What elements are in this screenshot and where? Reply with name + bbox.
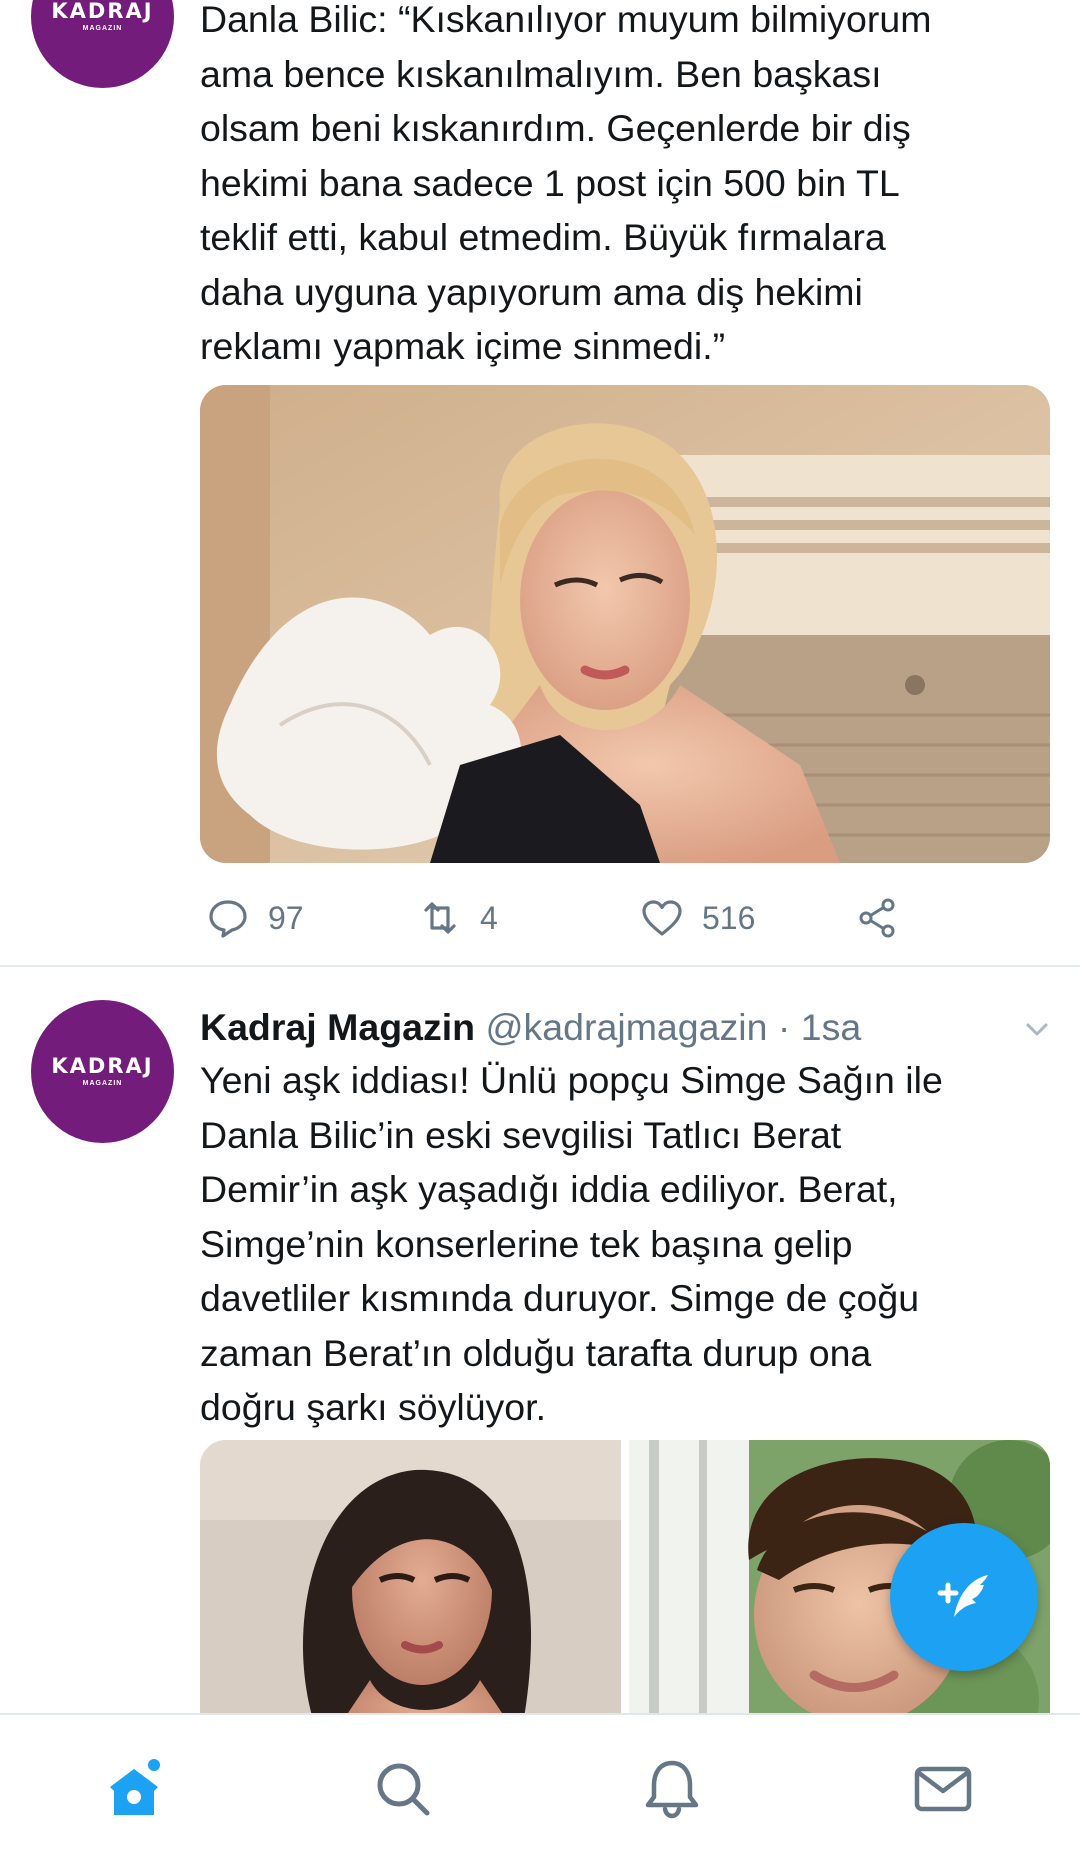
nav-messages[interactable] bbox=[911, 1757, 975, 1821]
like-button[interactable]: 516 bbox=[640, 888, 755, 948]
tweet-text-line: teklif etti, kabul etmedim. Büyük fırmal… bbox=[200, 216, 886, 258]
reply-button[interactable]: 97 bbox=[206, 888, 304, 948]
tweet-text-line: reklamı yapmak içime sinmedi.” bbox=[200, 325, 726, 367]
reply-icon bbox=[209, 900, 247, 938]
tweet-text-line: zaman Berat’ın olduğu tarafta durup ona bbox=[200, 1331, 872, 1374]
compose-tweet-icon bbox=[937, 1575, 988, 1617]
share-button[interactable] bbox=[856, 888, 918, 948]
chevron-down-icon[interactable] bbox=[1024, 1016, 1050, 1042]
author-handle[interactable]: @kadrajmagazin bbox=[485, 1006, 767, 1048]
retweet-icon bbox=[424, 902, 456, 934]
tweet-time: 1sa bbox=[800, 1006, 862, 1048]
tweet-text-line: daha uyguna yapıyorum ama diş hekimi bbox=[200, 270, 863, 313]
tweet-text-line: davetliler kısmında duruyor. Simge de ço… bbox=[200, 1277, 920, 1319]
author-name[interactable]: Kadraj Magazin bbox=[200, 1006, 475, 1048]
tweet-1-actions: 97 4 516 bbox=[200, 888, 1050, 948]
portrait-photo bbox=[200, 385, 1050, 863]
tweet-header: Kadraj Magazin @kadrajmagazin · 1sa bbox=[200, 1000, 1050, 1054]
tweet-divider bbox=[0, 965, 1080, 967]
tweet-text-line: hekimi bana sadece 1 post için 500 bin T… bbox=[200, 161, 900, 204]
tweet-text-line: Simge’nin konserlerine tek başına gelip bbox=[200, 1222, 853, 1265]
avatar[interactable]: KADRAJ MAGAZIN bbox=[31, 0, 174, 88]
reply-count: 97 bbox=[268, 899, 304, 936]
like-count: 516 bbox=[702, 899, 756, 936]
avatar-brand: KADRAJ bbox=[51, 0, 154, 23]
tweet-text-line: Danla Bilic’in eski sevgilisi Tatlıcı Be… bbox=[200, 1113, 842, 1156]
portrait-photo bbox=[200, 1440, 621, 1740]
tweet-2-text: Yeni aşk iddiası! Ünlü popçu Simge Sağın… bbox=[200, 1053, 1050, 1435]
avatar-brand-sub: MAGAZIN bbox=[82, 1080, 123, 1087]
bottom-nav bbox=[0, 1713, 1080, 1862]
nav-home[interactable] bbox=[102, 1757, 166, 1821]
retweet-button[interactable]: 4 bbox=[418, 888, 498, 948]
nav-notifications[interactable] bbox=[640, 1757, 704, 1821]
search-icon bbox=[377, 1763, 430, 1816]
header-separator: · bbox=[777, 1006, 791, 1048]
avatar-brand: KADRAJ bbox=[51, 1054, 154, 1078]
avatar[interactable]: KADRAJ MAGAZIN bbox=[31, 1000, 174, 1143]
tweet-text-line: olsam beni kıskanırdım. Geçenlerde bir d… bbox=[200, 107, 911, 149]
bell-icon bbox=[645, 1760, 699, 1819]
tweet-text-line: ama bence kıskanılmalıyım. Ben başkası bbox=[200, 52, 882, 95]
tweet-1-photo[interactable] bbox=[200, 385, 1050, 863]
tweet-text-line: Danla Bilic: “Kıskanılıyor muyum bilmiyo… bbox=[200, 0, 932, 40]
compose-button[interactable] bbox=[890, 1523, 1038, 1671]
mail-icon bbox=[914, 1766, 972, 1812]
photo-left[interactable] bbox=[200, 1440, 621, 1740]
nav-search[interactable] bbox=[371, 1757, 435, 1821]
home-icon bbox=[110, 1759, 160, 1815]
avatar-brand-sub: MAGAZIN bbox=[82, 25, 123, 32]
tweet-1-text: Danla Bilic: “Kıskanılıyor muyum bilmiyo… bbox=[200, 0, 1050, 374]
share-icon bbox=[859, 898, 895, 938]
tweet-text-line: Demir’in aşk yaşadığı iddia ediliyor. Be… bbox=[200, 1168, 898, 1210]
retweet-count: 4 bbox=[480, 899, 498, 936]
tweet-text-line: Yeni aşk iddiası! Ünlü popçu Simge Sağın… bbox=[200, 1059, 943, 1101]
heart-icon bbox=[642, 900, 682, 936]
tweet-text-line: doğru şarkı söylüyor. bbox=[200, 1386, 546, 1428]
